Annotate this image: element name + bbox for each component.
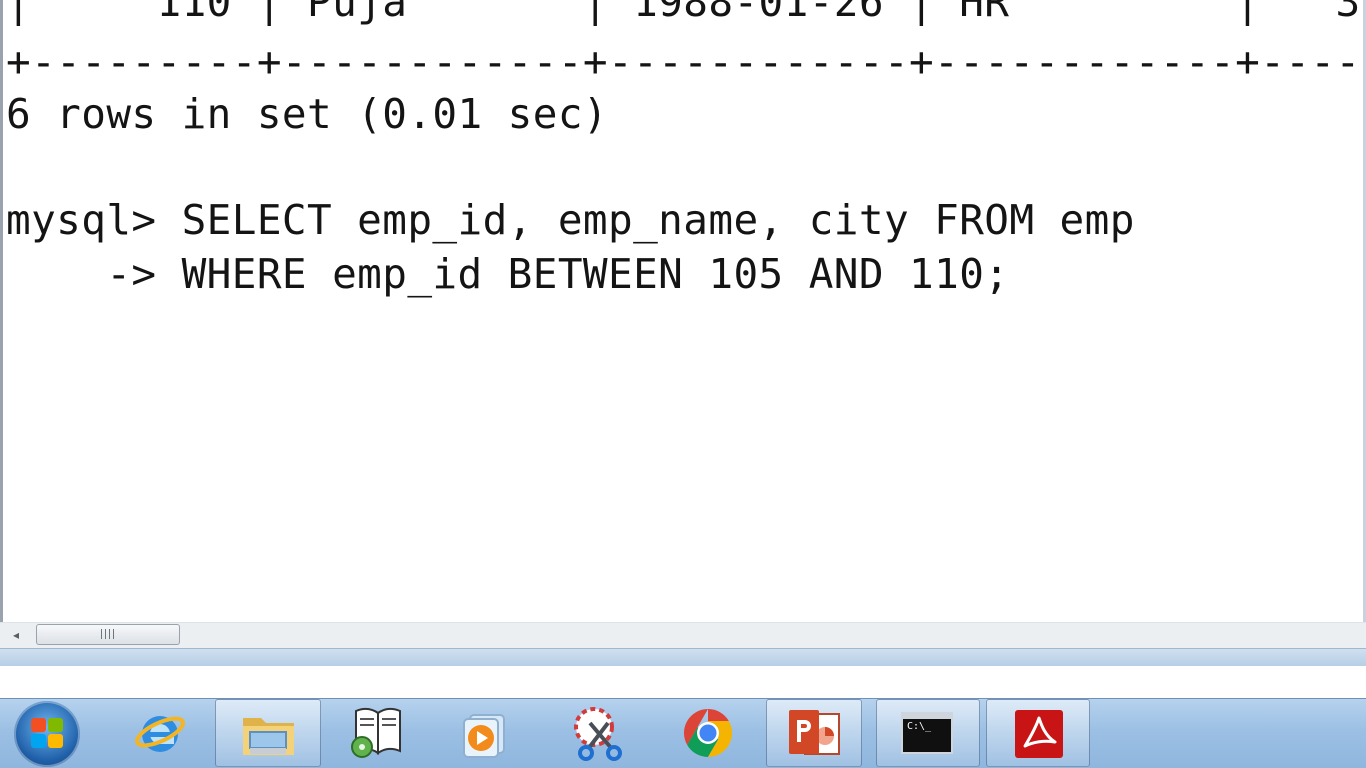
adobe-reader-icon bbox=[1015, 710, 1063, 758]
media-player-icon bbox=[463, 714, 505, 758]
taskbar-chrome[interactable] bbox=[660, 699, 756, 767]
query-line-2: -> WHERE emp_id BETWEEN 105 AND 110; bbox=[6, 250, 1010, 298]
command-prompt-icon: C:\_ bbox=[901, 712, 953, 754]
taskbar-snipping-tool[interactable] bbox=[548, 699, 644, 767]
rows-summary-line: 6 rows in set (0.01 sec) bbox=[6, 90, 609, 138]
taskbar-windows-explorer[interactable] bbox=[215, 699, 321, 767]
console-window[interactable]: | 110 | Puja | 1988-01-26 | HR | 35000 |… bbox=[0, 0, 1366, 622]
thumb-grip-icon bbox=[101, 629, 115, 639]
window-bottom-frame bbox=[0, 648, 1366, 666]
taskbar-media-player[interactable] bbox=[436, 699, 532, 767]
cmd-icon-text: C:\_ bbox=[907, 721, 932, 732]
powerpoint-icon bbox=[789, 710, 840, 755]
taskbar-internet-explorer[interactable] bbox=[112, 699, 208, 767]
scrollbar-thumb[interactable] bbox=[36, 624, 180, 645]
ebook-reader-icon bbox=[351, 707, 401, 758]
table-border-line: +---------+------------+------------+---… bbox=[6, 38, 1366, 86]
taskbar-ebook-reader[interactable] bbox=[330, 699, 426, 767]
scroll-left-arrow[interactable]: ◂ bbox=[6, 626, 26, 644]
taskbar-adobe-reader[interactable] bbox=[986, 699, 1090, 767]
windows-explorer-icon bbox=[243, 718, 294, 755]
taskbar: C:\_ bbox=[0, 698, 1366, 768]
taskbar-command-prompt[interactable]: C:\_ bbox=[876, 699, 980, 767]
horizontal-scrollbar[interactable]: ◂ bbox=[0, 622, 1366, 648]
query-line-1: mysql> SELECT emp_id, emp_name, city FRO… bbox=[6, 196, 1135, 244]
chrome-icon bbox=[683, 709, 733, 757]
start-button[interactable] bbox=[14, 701, 80, 767]
taskbar-powerpoint[interactable] bbox=[766, 699, 862, 767]
snipping-tool-icon bbox=[574, 707, 622, 761]
result-row-line: | 110 | Puja | 1988-01-26 | HR | 35000 | bbox=[6, 0, 1366, 26]
internet-explorer-icon bbox=[135, 716, 185, 752]
desktop-strip bbox=[0, 666, 1366, 698]
windows-logo-icon bbox=[31, 718, 46, 732]
